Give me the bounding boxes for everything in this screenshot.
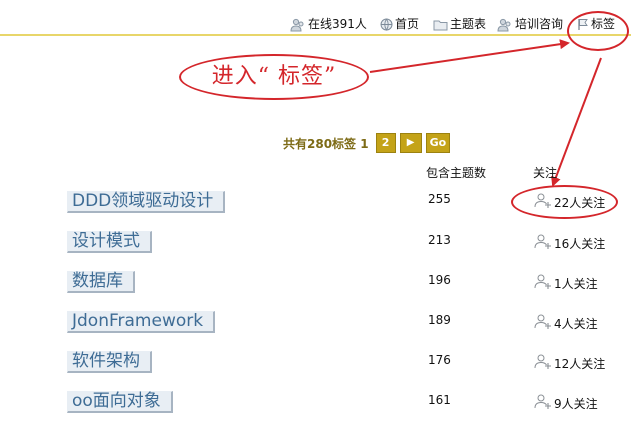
follow-user-icon	[534, 274, 552, 292]
topic-count: 255	[428, 192, 451, 206]
nav-training[interactable]: 培训咨询	[497, 16, 563, 32]
users-icon	[497, 18, 513, 32]
pagination: 共有280标签 1 2 ▶ Go	[283, 133, 451, 153]
follow-link[interactable]: 1人关注	[534, 274, 598, 292]
topic-count: 213	[428, 233, 451, 247]
arrow-to-tags	[369, 39, 570, 73]
column-header-count: 包含主题数	[426, 166, 487, 180]
tag-link[interactable]: 数据库	[67, 271, 135, 293]
nav-topics[interactable]: 主题表	[433, 16, 486, 32]
next-page-button[interactable]: ▶	[399, 133, 422, 153]
nav-topics-label: 主题表	[450, 17, 487, 31]
tag-link[interactable]: 设计模式	[67, 231, 152, 253]
follow-link[interactable]: 22人关注	[534, 193, 605, 211]
follow-user-icon	[534, 193, 552, 211]
nav-online-label: 在线391人	[308, 17, 367, 31]
topic-count: 176	[428, 353, 451, 367]
pager-summary: 共有280标签 1	[283, 136, 369, 151]
globe-icon	[380, 18, 393, 31]
topic-count: 189	[428, 313, 451, 327]
arrow-to-follow	[551, 57, 602, 187]
follow-link[interactable]: 16人关注	[534, 234, 605, 252]
nav-home[interactable]: 首页	[380, 16, 419, 32]
tag-link[interactable]: DDD领域驱动设计	[67, 191, 226, 213]
follow-count: 12人关注	[554, 357, 606, 371]
nav-training-label: 培训咨询	[515, 17, 564, 31]
tag-link[interactable]: JdonFramework	[67, 311, 216, 333]
follow-count: 1人关注	[554, 277, 598, 291]
page-2-button[interactable]: 2	[375, 133, 396, 153]
follow-count: 4人关注	[554, 317, 598, 331]
tag-link[interactable]: oo面向对象	[67, 391, 173, 413]
callout-text: 进入“ 标签”	[211, 64, 337, 89]
nav-home-label: 首页	[395, 17, 420, 31]
follow-user-icon	[534, 314, 552, 332]
follow-user-icon	[534, 354, 552, 372]
nav-online-count: 在线391人	[290, 16, 367, 32]
follow-count: 22人关注	[554, 196, 606, 210]
follow-link[interactable]: 12人关注	[534, 354, 605, 372]
tags-highlight-ring	[567, 11, 629, 51]
users-icon	[290, 18, 306, 32]
column-header-follow: 关注	[533, 166, 558, 180]
go-button[interactable]: Go	[425, 133, 451, 153]
callout-bubble: 进入“ 标签”	[179, 54, 369, 100]
follow-count: 9人关注	[554, 397, 598, 411]
follow-count: 16人关注	[554, 237, 606, 251]
follow-user-icon	[534, 394, 552, 412]
topic-count: 196	[428, 273, 451, 287]
folder-icon	[433, 19, 448, 31]
tag-link[interactable]: 软件架构	[67, 351, 152, 373]
topic-count: 161	[428, 393, 451, 407]
top-nav: 在线391人 首页 主题表 培训咨询 标签	[0, 0, 631, 36]
follow-user-icon	[534, 234, 552, 252]
follow-link[interactable]: 9人关注	[534, 394, 598, 412]
follow-link[interactable]: 4人关注	[534, 314, 598, 332]
